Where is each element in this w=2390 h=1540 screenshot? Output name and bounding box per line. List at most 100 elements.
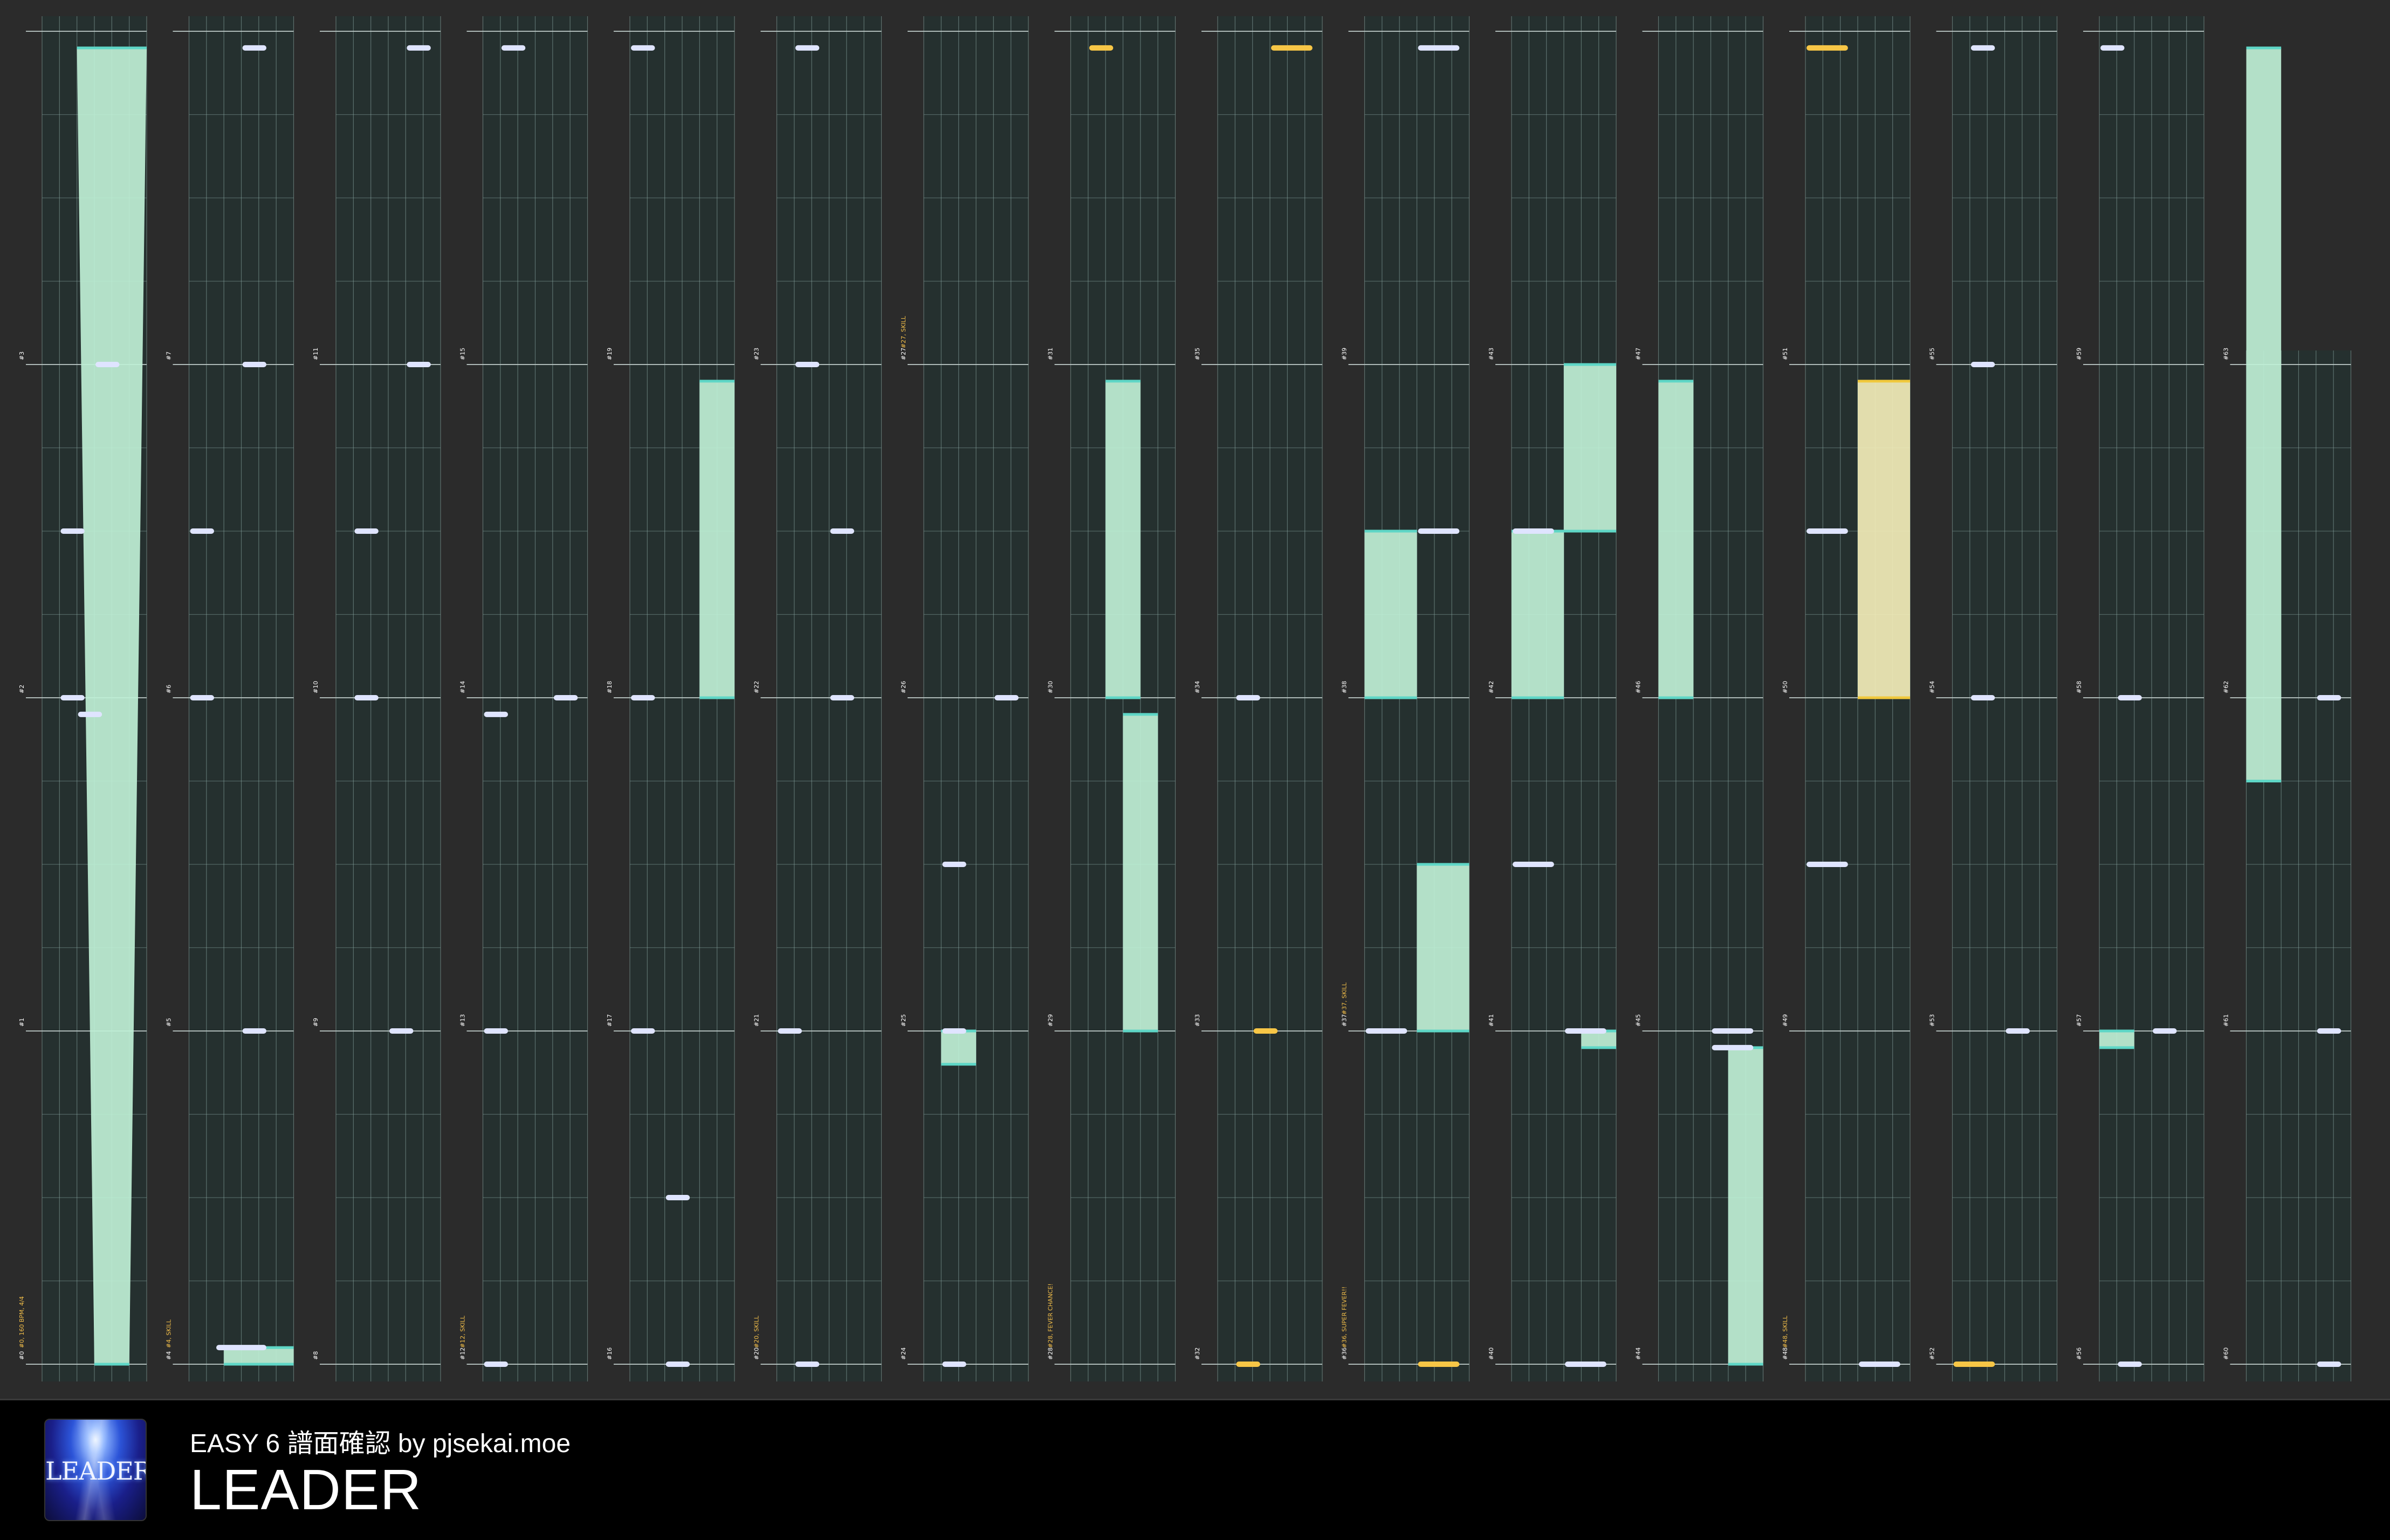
measure-number-label: #55 (1929, 348, 1936, 360)
measure-number-label: #16 (606, 1348, 613, 1360)
measure-number-label: #42 (1488, 681, 1495, 693)
measure-number-label: #53 (1929, 1014, 1936, 1027)
measure-number-label: #2 (18, 685, 25, 693)
measure-number-label: #52 (1929, 1348, 1936, 1360)
difficulty-subtitle: EASY 6 譜面確認 by pjsekai.moe (190, 1429, 571, 1458)
measure-number-label: #32 (1194, 1348, 1201, 1360)
measure-number-label: #59 (2076, 348, 2083, 360)
measure-number-label: #36 (1341, 1348, 1348, 1360)
measure-number-label: #8 (312, 1351, 319, 1360)
critical-tap-note (1418, 1362, 1460, 1367)
measure-number-label: #33 (1194, 1014, 1201, 1027)
event-label: #37, SKILL (1341, 982, 1348, 1015)
measure-number-label: #25 (900, 1014, 907, 1027)
tap-note (407, 362, 431, 367)
measure-number-label: #35 (1194, 348, 1201, 360)
hold-note (2246, 47, 2282, 781)
measure-number-label: #22 (753, 681, 760, 693)
measure-number-label: #61 (2223, 1014, 2230, 1027)
tap-note (795, 45, 820, 51)
measure-number-label: #57 (2076, 1014, 2083, 1027)
tap-note (1236, 695, 1260, 700)
tap-note (994, 695, 1019, 700)
measure-number-label: #15 (459, 348, 466, 360)
tap-note (484, 1028, 508, 1034)
tap-note (553, 695, 578, 700)
jacket-title: LEADER (45, 1456, 147, 1486)
tap-note (242, 1028, 266, 1034)
tap-note (1418, 45, 1460, 51)
tap-note (1565, 1028, 1606, 1034)
tap-note (216, 1345, 266, 1351)
tap-note (1565, 1362, 1606, 1367)
measure-number-label: #62 (2223, 681, 2230, 693)
tap-note (95, 362, 120, 367)
critical-tap-note (1953, 1362, 1995, 1367)
tap-note (665, 1362, 690, 1367)
measure-number-label: #5 (166, 1018, 173, 1027)
measure-number-label: #23 (753, 348, 760, 360)
tap-note (354, 695, 379, 700)
tap-note (942, 1028, 966, 1034)
tap-note (795, 362, 820, 367)
critical-tap-note (1089, 45, 1114, 51)
tap-note (2317, 695, 2341, 700)
measure-number-label: #46 (1635, 681, 1642, 693)
measure-number-label: #27 (900, 348, 907, 360)
tap-note (78, 711, 102, 717)
measure-number-label: #58 (2076, 681, 2083, 693)
tap-note (2317, 1362, 2341, 1367)
tap-note (60, 695, 85, 700)
tap-note (242, 45, 266, 51)
event-label: #20, SKILL (753, 1315, 760, 1348)
measure-number-label: #0 (18, 1351, 25, 1360)
measure-number-label: #4 (166, 1351, 173, 1360)
tap-note (2100, 45, 2125, 51)
hold-note (1728, 1047, 1763, 1364)
critical-tap-note (1271, 45, 1313, 51)
tap-note (631, 695, 655, 700)
tap-note (2317, 1028, 2341, 1034)
tap-note (354, 528, 379, 534)
tap-note (190, 528, 214, 534)
tap-note (2006, 1028, 2030, 1034)
event-label: #4, SKILL (166, 1319, 173, 1348)
tap-note (830, 695, 854, 700)
measure-number-label: #19 (606, 348, 613, 360)
tap-note (1365, 1028, 1407, 1034)
measure-number-label: #13 (459, 1014, 466, 1027)
hold-note (1123, 714, 1158, 1031)
measure-number-label: #3 (18, 352, 25, 360)
critical-hold-note (1858, 381, 1910, 698)
measure-number-label: #38 (1341, 681, 1348, 693)
tap-note (242, 362, 266, 367)
measure-number-label: #56 (2076, 1348, 2083, 1360)
measure-number-label: #7 (166, 352, 173, 360)
event-label: #48, SKILL (1782, 1315, 1789, 1348)
tap-note (830, 528, 854, 534)
tap-note (665, 1195, 690, 1200)
measure-number-label: #12 (459, 1348, 466, 1360)
tap-note (501, 45, 526, 51)
measure-number-label: #14 (459, 681, 466, 693)
measure-number-label: #30 (1047, 681, 1054, 693)
measure-number-label: #45 (1635, 1014, 1642, 1027)
tap-note (1513, 862, 1554, 867)
hold-note (1105, 381, 1141, 698)
hold-note (699, 381, 734, 698)
measure-number-label: #11 (312, 348, 319, 360)
tap-note (1970, 362, 1995, 367)
measure-number-label: #44 (1635, 1348, 1642, 1360)
measure-number-label: #1 (18, 1018, 25, 1027)
measure-number-label: #17 (606, 1014, 613, 1027)
measure-number-label: #28 (1047, 1348, 1054, 1360)
tap-note (942, 862, 966, 867)
measure-number-label: #60 (2223, 1348, 2230, 1360)
measure-number-label: #40 (1488, 1348, 1495, 1360)
chart-canvas: #0 #1 #2 #3 #4 #5 #6 #7 #8 #9 #10 #11 #12 #13 #14 #15 #1… (18, 16, 2352, 1381)
event-label: #0, 160 BPM, 4/4 (18, 1296, 25, 1348)
measure-number-label: #48 (1782, 1348, 1789, 1360)
tap-note (484, 711, 508, 717)
tap-note (2118, 1362, 2142, 1367)
critical-tap-note (1253, 1028, 1278, 1034)
